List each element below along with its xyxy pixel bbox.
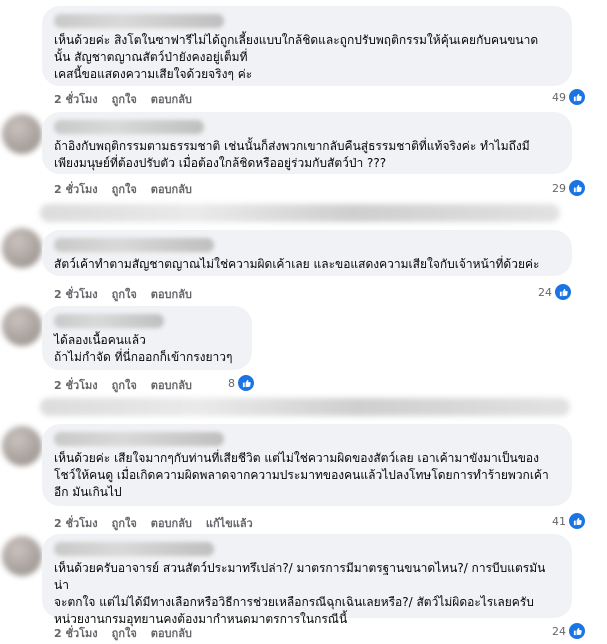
like-button[interactable]: ถูกใจ [112,180,137,198]
avatar[interactable] [2,228,42,268]
like-count[interactable]: 49 [552,88,586,106]
author-name-redacted [54,120,204,134]
comment-text: ถ้าอิงกับพฤติกรรมตามธรรมชาติ เช่นนั้นก็ส… [54,139,530,170]
author-name-redacted [54,432,224,446]
comment-bubble: เห็นด้วยค่ะ เสียใจมากๆกับท่านที่เสียชีวิ… [42,424,572,506]
like-count[interactable]: 29 [552,179,586,197]
redacted-reply-strip [40,398,570,416]
like-count[interactable]: 41 [552,512,586,530]
timestamp: 2 ชั่วโมง [54,288,98,301]
like-button[interactable]: ถูกใจ [112,285,137,303]
avatar[interactable] [2,426,42,466]
like-count[interactable]: 24 [538,283,572,301]
author-name-redacted [54,542,214,556]
like-button[interactable]: ถูกใจ [112,376,137,394]
thumbs-up-icon [568,622,586,640]
timestamp: 2 ชั่วโมง [54,183,98,196]
like-count-value: 49 [552,90,566,104]
like-button[interactable]: ถูกใจ [112,624,137,642]
comment-actions: 2 ชั่วโมง ถูกใจ ตอบกลับ [54,180,192,198]
timestamp: 2 ชั่วโมง [54,93,98,106]
reply-button[interactable]: ตอบกลับ [151,514,192,532]
comment-actions: 2 ชั่วโมง ถูกใจ ตอบกลับ แก้ไขแล้ว [54,514,253,532]
comment-text: เห็นด้วยค่ะ เสียใจมากๆกับท่านที่เสียชีวิ… [54,451,549,499]
comment-text: เห็นด้วยครับอาจารย์ สวนสัตว์ประมาทรึเปล่… [54,561,546,626]
thumbs-up-icon [568,88,586,106]
avatar[interactable] [2,114,42,154]
reply-button[interactable]: ตอบกลับ [151,376,192,394]
comment-actions: 2 ชั่วโมง ถูกใจ ตอบกลับ [54,624,192,642]
author-name-redacted [54,14,224,28]
timestamp: 2 ชั่วโมง [54,627,98,640]
timestamp: 2 ชั่วโมง [54,517,98,530]
like-count-value: 29 [552,181,566,195]
comment-bubble: เห็นด้วยค่ะ สิงโตในซาฟารีไม่ได้ถูกเลี้ยง… [42,6,572,86]
reply-button[interactable]: ตอบกลับ [151,285,192,303]
thumbs-up-icon [554,283,572,301]
comment-text: สัตว์เค้าทำตามสัญชาตญาณไม่ใช่ความผิดเค้า… [54,257,540,271]
author-name-redacted [54,238,214,252]
like-count-value: 8 [228,376,235,390]
comment-bubble: สัตว์เค้าทำตามสัญชาตญาณไม่ใช่ความผิดเค้า… [42,230,572,276]
thumbs-up-icon [568,512,586,530]
author-name-redacted [54,314,164,328]
timestamp: 2 ชั่วโมง [54,379,98,392]
like-count-value: 41 [552,514,566,528]
comment-bubble: ถ้าอิงกับพฤติกรรมตามธรรมชาติ เช่นนั้นก็ส… [42,112,572,174]
avatar[interactable] [2,306,42,346]
comment-bubble: เห็นด้วยครับอาจารย์ สวนสัตว์ประมาทรึเปล่… [42,534,572,626]
comment-bubble: ได้ลองเนื้อคนแล้ว ถ้าไม่กำจัด ที่นี่กออก… [42,306,252,370]
like-count[interactable]: 24 [552,622,586,640]
comment-actions: 2 ชั่วโมง ถูกใจ ตอบกลับ [54,376,192,394]
reply-button[interactable]: ตอบกลับ [151,90,192,108]
edited-label: แก้ไขแล้ว [205,517,253,530]
like-button[interactable]: ถูกใจ [112,514,137,532]
avatar[interactable] [2,536,42,576]
thumbs-up-icon [568,179,586,197]
thumbs-up-icon [237,374,255,392]
comment-actions: 2 ชั่วโมง ถูกใจ ตอบกลับ [54,285,192,303]
comment-text: ได้ลองเนื้อคนแล้ว ถ้าไม่กำจัด ที่นี่กออก… [54,333,233,364]
comment-actions: 2 ชั่วโมง ถูกใจ ตอบกลับ [54,90,192,108]
redacted-reply-strip [40,204,560,222]
like-count-value: 24 [552,624,566,638]
like-count[interactable]: 8 [228,374,255,392]
like-count-value: 24 [538,285,552,299]
comment-text: เห็นด้วยค่ะ สิงโตในซาฟารีไม่ได้ถูกเลี้ยง… [54,33,539,81]
reply-button[interactable]: ตอบกลับ [151,624,192,642]
like-button[interactable]: ถูกใจ [112,90,137,108]
reply-button[interactable]: ตอบกลับ [151,180,192,198]
